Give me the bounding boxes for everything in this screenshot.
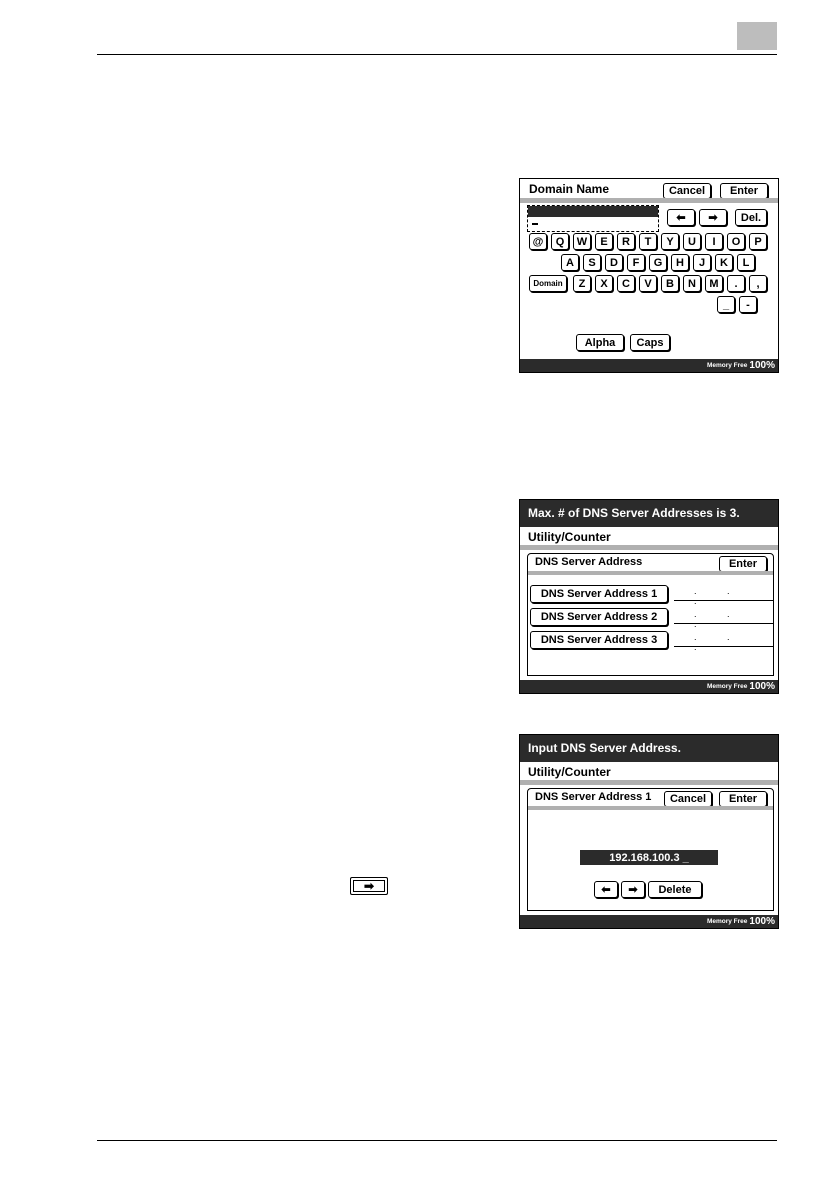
message-bar: Max. # of DNS Server Addresses is 3. — [520, 500, 778, 527]
key-m[interactable]: M — [705, 275, 723, 292]
right-arrow-button[interactable]: ➡ — [621, 881, 645, 898]
key-h[interactable]: H — [671, 254, 689, 271]
memory-label: Memory Free — [706, 361, 748, 369]
key-s[interactable]: S — [583, 254, 601, 271]
key-u[interactable]: U — [683, 233, 701, 250]
panel-title: Domain Name — [529, 182, 610, 196]
domain-input[interactable] — [527, 205, 659, 232]
dns-server-list-panel: Max. # of DNS Server Addresses is 3. Uti… — [519, 499, 779, 694]
status-bar: Memory Free 100% — [520, 915, 778, 928]
key-j[interactable]: J — [693, 254, 711, 271]
key-n[interactable]: N — [683, 275, 701, 292]
address-2-dots: . . . — [694, 609, 744, 629]
dns-server-address-2-button[interactable]: DNS Server Address 2 — [530, 608, 668, 626]
memory-value: 100% — [749, 916, 775, 927]
chapter-tab — [737, 22, 777, 50]
subpanel-title: DNS Server Address 1 — [535, 791, 652, 803]
header-rule — [97, 54, 777, 55]
key-i[interactable]: I — [705, 233, 723, 250]
right-arrow-icon: ➡ — [708, 212, 718, 224]
title-divider — [520, 198, 778, 203]
key-period[interactable]: . — [727, 275, 745, 292]
inline-right-arrow-button: ➡ — [350, 877, 388, 895]
key-y[interactable]: Y — [661, 233, 679, 250]
subpanel-divider — [528, 571, 773, 575]
left-arrow-icon: ⬅ — [676, 212, 686, 224]
key-a[interactable]: A — [561, 254, 579, 271]
text-cursor — [532, 223, 538, 225]
key-x[interactable]: X — [595, 275, 613, 292]
enter-button[interactable]: Enter — [719, 556, 767, 572]
memory-value: 100% — [749, 360, 775, 371]
status-bar: Memory Free 100% — [520, 680, 778, 693]
key-q[interactable]: Q — [551, 233, 569, 250]
key-e[interactable]: E — [595, 233, 613, 250]
key-k[interactable]: K — [715, 254, 733, 271]
dns-subpanel: DNS Server Address Enter DNS Server Addr… — [527, 553, 774, 676]
subpanel-divider — [528, 806, 773, 810]
address-3-dots: . . . — [694, 632, 744, 652]
dns-server-address-3-button[interactable]: DNS Server Address 3 — [530, 631, 668, 649]
alpha-button[interactable]: Alpha — [576, 334, 624, 351]
key-v[interactable]: V — [639, 275, 657, 292]
delete-button[interactable]: Delete — [648, 881, 702, 898]
utility-counter-tab[interactable]: Utility/Counter — [520, 762, 778, 785]
key-g[interactable]: G — [649, 254, 667, 271]
domain-name-panel: Domain Name Cancel Enter ⬅ ➡ Del. @ Q W … — [519, 178, 779, 373]
input-highlight — [528, 206, 658, 217]
cancel-button[interactable]: Cancel — [663, 183, 711, 199]
right-arrow-icon: ➡ — [363, 879, 375, 893]
message-bar: Input DNS Server Address. — [520, 735, 778, 762]
address-1-dots: . . . — [694, 586, 744, 606]
footer-rule — [97, 1140, 777, 1141]
dns-server-address-1-button[interactable]: DNS Server Address 1 — [530, 585, 668, 603]
key-c[interactable]: C — [617, 275, 635, 292]
right-arrow-button[interactable]: ➡ — [699, 209, 727, 226]
key-f[interactable]: F — [627, 254, 645, 271]
memory-label: Memory Free — [706, 682, 748, 690]
key-at[interactable]: @ — [529, 233, 547, 250]
domain-key[interactable]: Domain — [529, 275, 567, 292]
delete-button[interactable]: Del. — [735, 209, 767, 226]
status-bar: Memory Free 100% — [520, 359, 778, 372]
key-b[interactable]: B — [661, 275, 679, 292]
key-underscore[interactable]: _ — [717, 296, 735, 313]
key-hyphen[interactable]: - — [739, 296, 757, 313]
utility-counter-tab[interactable]: Utility/Counter — [520, 527, 778, 550]
left-arrow-button[interactable]: ⬅ — [667, 209, 695, 226]
key-r[interactable]: R — [617, 233, 635, 250]
key-o[interactable]: O — [727, 233, 745, 250]
key-p[interactable]: P — [749, 233, 767, 250]
caps-button[interactable]: Caps — [630, 334, 670, 351]
memory-value: 100% — [749, 681, 775, 692]
key-t[interactable]: T — [639, 233, 657, 250]
enter-button[interactable]: Enter — [719, 791, 767, 807]
key-l[interactable]: L — [737, 254, 755, 271]
memory-label: Memory Free — [706, 917, 748, 925]
dns-server-input-panel: Input DNS Server Address. Utility/Counte… — [519, 734, 779, 929]
ip-address-input[interactable]: 192.168.100.3 _ — [580, 850, 718, 865]
key-w[interactable]: W — [573, 233, 591, 250]
cancel-button[interactable]: Cancel — [664, 791, 712, 807]
key-d[interactable]: D — [605, 254, 623, 271]
right-arrow-icon: ➡ — [628, 884, 638, 896]
subpanel-title: DNS Server Address — [535, 556, 643, 568]
key-comma[interactable]: , — [749, 275, 767, 292]
left-arrow-button[interactable]: ⬅ — [594, 881, 618, 898]
key-z[interactable]: Z — [573, 275, 591, 292]
left-arrow-icon: ⬅ — [601, 884, 611, 896]
enter-button[interactable]: Enter — [720, 183, 768, 199]
